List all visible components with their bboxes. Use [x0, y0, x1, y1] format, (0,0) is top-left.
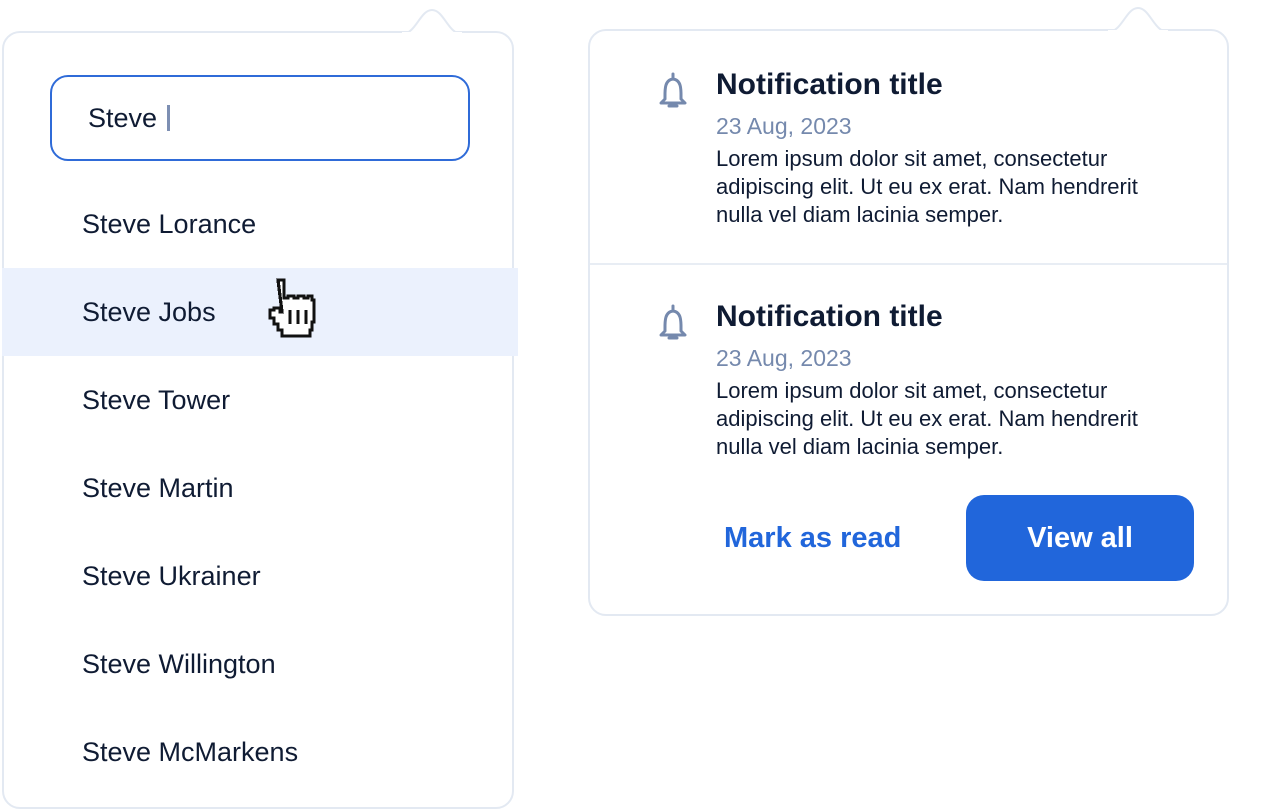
panel-notch: [401, 8, 463, 36]
search-result-label: Steve Jobs: [82, 296, 216, 327]
search-result-item[interactable]: Steve Ukrainer: [2, 532, 518, 620]
search-result-item[interactable]: Steve Willington: [2, 620, 518, 708]
pointer-hand-icon: [268, 278, 316, 338]
notification-body: Lorem ipsum dolor sit amet, consectetur …: [716, 378, 1138, 459]
panel-notch: [1107, 6, 1169, 34]
bell-icon: [659, 72, 687, 108]
search-result-item[interactable]: Steve Lorance: [2, 180, 518, 268]
search-result-label: Steve Ukrainer: [82, 560, 261, 591]
notification-divider: [590, 263, 1227, 265]
search-result-label: Steve McMarkens: [82, 736, 299, 767]
search-result-item[interactable]: Steve Martin: [2, 444, 518, 532]
search-result-item[interactable]: Steve Tower: [2, 356, 518, 444]
text-caret: [167, 105, 171, 131]
bell-icon: [659, 304, 687, 340]
notification-title: Notification title: [716, 68, 943, 101]
mark-as-read-button[interactable]: Mark as read: [724, 495, 901, 581]
notification-body: Lorem ipsum dolor sit amet, consectetur …: [716, 146, 1138, 227]
search-results-list: Steve Lorance Steve Jobs Steve Tower Ste…: [2, 180, 518, 796]
notification-date: 23 Aug, 2023: [716, 113, 852, 139]
notification-item[interactable]: Notification title 23 Aug, 2023 Lorem ip…: [590, 65, 1227, 229]
view-all-button[interactable]: View all: [966, 495, 1194, 581]
search-result-item-highlighted[interactable]: Steve Jobs: [2, 268, 518, 356]
search-result-label: Steve Martin: [82, 472, 234, 503]
notifications-panel: Notification title 23 Aug, 2023 Lorem ip…: [588, 6, 1229, 616]
search-result-item[interactable]: Steve McMarkens: [2, 708, 518, 796]
notification-item[interactable]: Notification title 23 Aug, 2023 Lorem ip…: [590, 297, 1227, 461]
search-result-label: Steve Lorance: [82, 208, 257, 239]
search-result-label: Steve Willington: [82, 648, 276, 679]
notification-title: Notification title: [716, 300, 943, 333]
search-input-value: Steve: [88, 102, 158, 133]
search-dropdown-panel: Steve Steve Lorance Steve Jobs Steve Tow…: [2, 8, 518, 809]
notification-date: 23 Aug, 2023: [716, 345, 852, 371]
search-input[interactable]: Steve: [50, 75, 470, 161]
search-result-label: Steve Tower: [82, 384, 231, 415]
